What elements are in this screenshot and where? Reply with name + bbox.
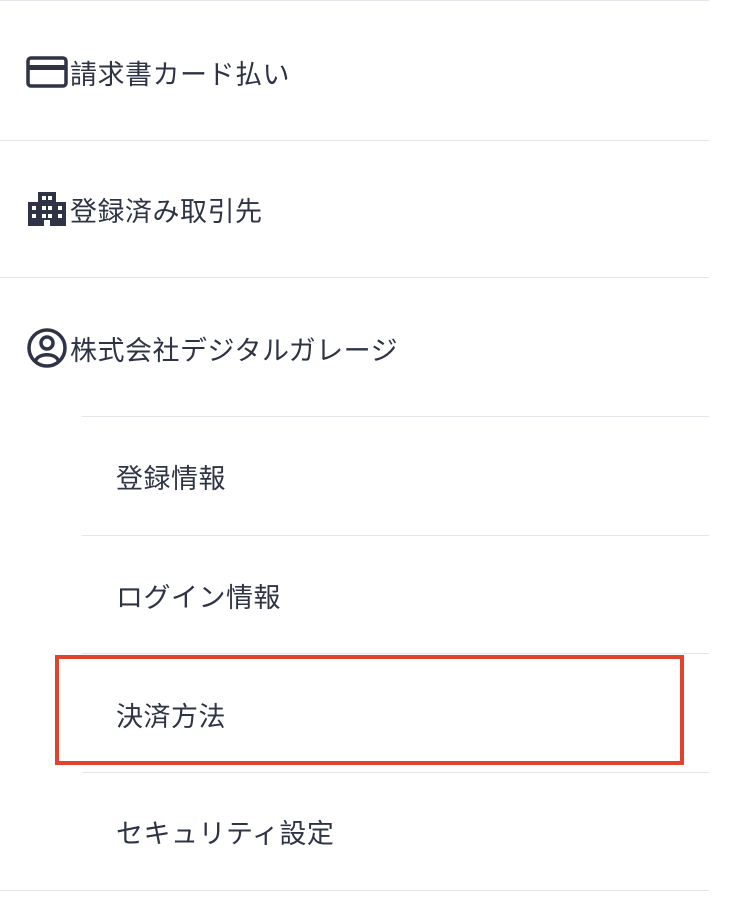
divider [82,535,709,536]
menu-item-label: 登録済み取引先 [70,196,263,228]
divider [82,772,709,773]
submenu-item-label: ログイン情報 [116,582,281,614]
menu-item-registered-partners[interactable]: 登録済み取引先 [26,189,263,229]
submenu-item-label: 登録情報 [116,463,226,495]
divider [0,140,709,141]
highlight-box [55,655,684,765]
divider [0,890,709,891]
menu-item-label: 請求書カード払い [70,59,290,91]
submenu-item-registration-info[interactable]: 登録情報 [116,456,226,496]
submenu-item-login-info[interactable]: ログイン情報 [116,575,281,615]
credit-card-icon [26,52,70,92]
divider [0,277,709,278]
divider [0,0,709,1]
menu-item-label: 株式会社デジタルガレージ [70,335,399,367]
user-circle-icon [26,328,70,368]
submenu-item-security-settings[interactable]: セキュリティ設定 [116,811,334,851]
account-menu: 請求書カード払い 登録済み取引先 株式会社デジタルガレージ 登録情報 ログイン情… [0,0,754,918]
submenu-item-label: セキュリティ設定 [116,818,335,850]
divider [82,416,709,417]
menu-item-company-account[interactable]: 株式会社デジタルガレージ [26,328,398,368]
building-icon [26,189,70,229]
menu-item-invoice-card-payment[interactable]: 請求書カード払い [26,52,290,92]
divider [82,653,709,654]
